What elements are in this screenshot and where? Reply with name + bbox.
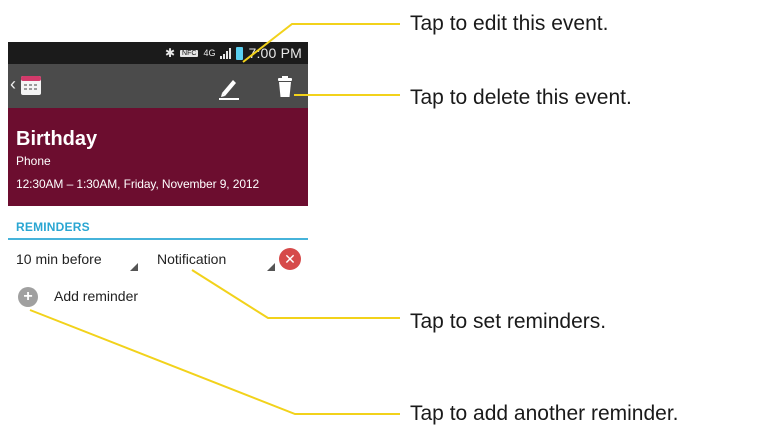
plus-icon: + <box>18 287 38 307</box>
calendar-icon[interactable] <box>20 74 42 96</box>
event-header: Birthday Phone 12:30AM – 1:30AM, Friday,… <box>8 108 308 206</box>
spinner-corner-icon <box>267 263 275 271</box>
reminder-minutes-value: 10 min before <box>16 251 102 267</box>
signal-icon <box>220 47 232 59</box>
battery-icon <box>236 46 244 60</box>
status-time: 7:00 PM <box>248 45 302 61</box>
spinner-corner-icon <box>130 263 138 271</box>
action-bar: ‹ <box>8 64 308 108</box>
phone-screen: ✱ NFC 4G 7:00 PM ‹ Birthday Phone 12:30A… <box>8 42 308 322</box>
back-chevron-icon[interactable]: ‹ <box>10 74 16 95</box>
reminder-method-spinner[interactable]: Notification <box>149 247 275 271</box>
pencil-icon[interactable] <box>216 74 242 100</box>
event-title: Birthday <box>16 128 98 150</box>
reminder-method-value: Notification <box>157 251 227 267</box>
callout-set-reminders: Tap to set reminders. <box>410 310 607 333</box>
section-divider <box>8 238 308 240</box>
trash-icon[interactable] <box>273 74 297 100</box>
status-bar: ✱ NFC 4G 7:00 PM <box>8 42 308 64</box>
callout-add-reminder: Tap to add another reminder. <box>410 402 679 425</box>
4g-icon: 4G <box>203 48 216 58</box>
callout-delete: Tap to delete this event. <box>410 86 632 109</box>
event-calendar: Phone <box>16 154 51 168</box>
event-time-range: 12:30AM – 1:30AM, Friday, November 9, 20… <box>16 177 260 191</box>
remove-reminder-icon[interactable]: ✕ <box>279 248 301 270</box>
reminders-section-title: REMINDERS <box>16 220 90 234</box>
reminder-minutes-spinner[interactable]: 10 min before <box>16 247 138 271</box>
nfc-icon: NFC <box>180 49 199 57</box>
callout-edit: Tap to edit this event. <box>410 12 609 35</box>
add-reminder-label: Add reminder <box>54 288 139 304</box>
bluetooth-icon: ✱ <box>164 46 176 60</box>
